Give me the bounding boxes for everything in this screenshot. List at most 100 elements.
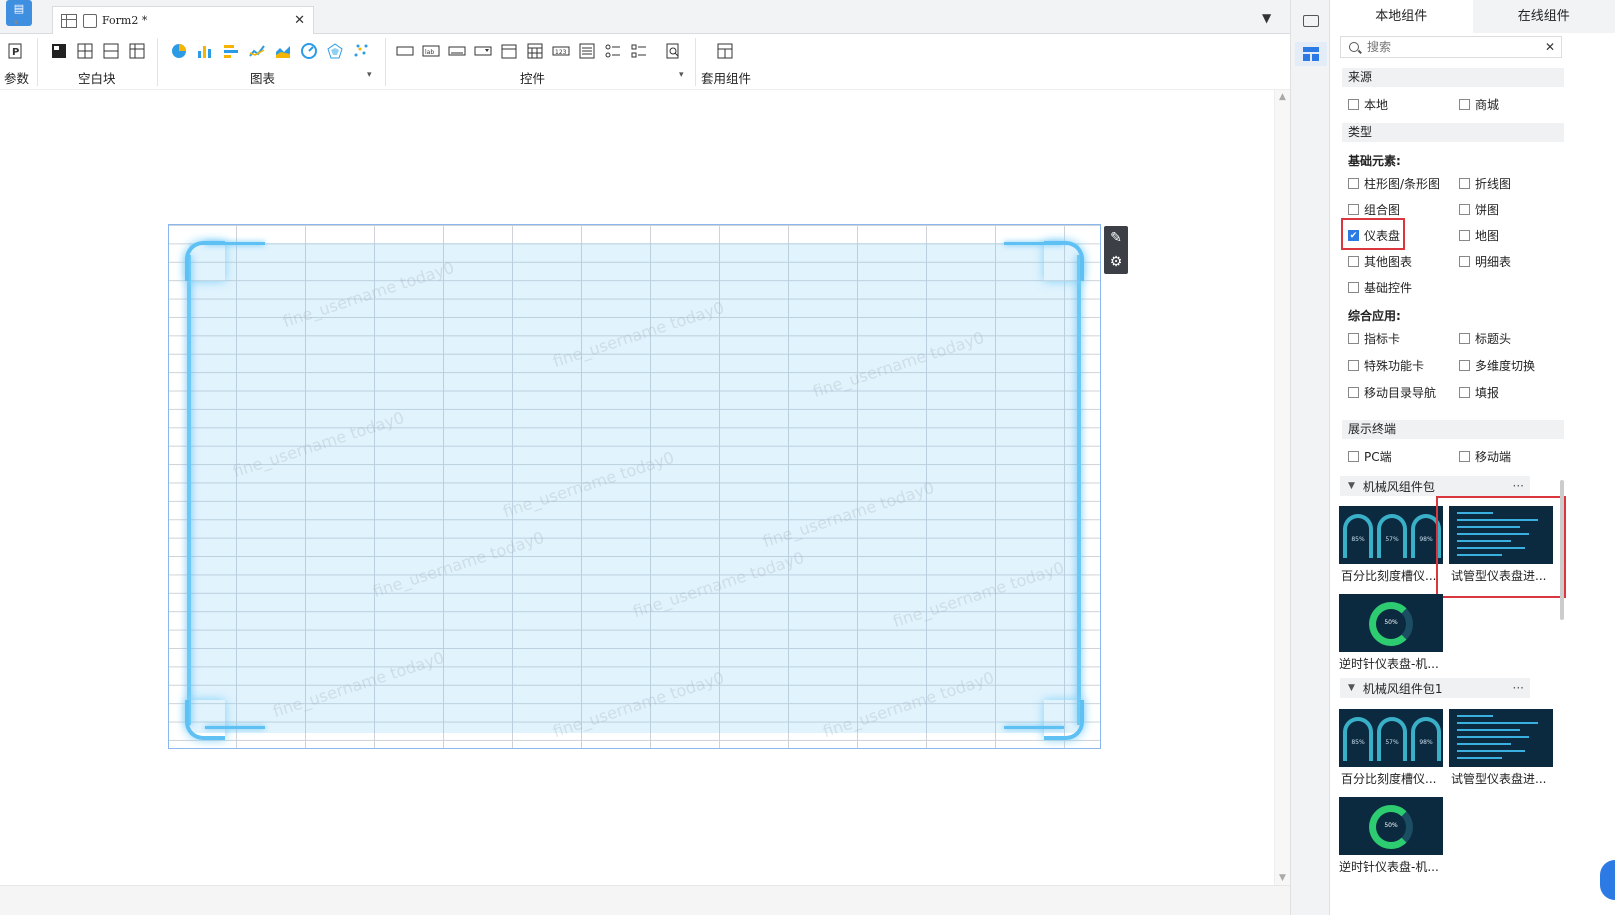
component-thumbnail[interactable]: 50% [1339,797,1443,855]
assistant-float-button[interactable] [1600,860,1615,900]
checkbox[interactable] [1459,178,1470,189]
package-header[interactable]: ▼ 机械风组件包 ··· [1340,476,1530,496]
component-label: 逆时针仪表盘-机... [1339,657,1439,671]
filter-pie-chart[interactable]: 饼图 [1459,201,1499,218]
date-widget-icon[interactable] [500,42,518,60]
checkbox-group-icon[interactable] [630,42,648,60]
param-icon[interactable]: P [6,42,24,60]
more-icon[interactable]: ··· [1513,479,1524,493]
filter-bar-chart[interactable]: 柱形图/条形图 [1348,175,1440,192]
filter-detail-table[interactable]: 明细表 [1459,253,1511,270]
component-thumbnail[interactable]: 85% 57% 98% [1339,506,1443,564]
filter-source-store[interactable]: 商城 [1459,96,1499,113]
tab-online-components[interactable]: 在线组件 [1473,0,1615,33]
filter-combo-chart[interactable]: 组合图 [1348,201,1400,218]
number-widget-icon[interactable]: 123 [552,42,570,60]
checkbox[interactable] [1348,256,1359,267]
filter-source-local[interactable]: 本地 [1348,96,1388,113]
label-widget-icon[interactable]: lab [422,42,440,60]
filter-kpi-card[interactable]: 指标卡 [1348,330,1400,347]
checkbox[interactable] [1348,178,1359,189]
radio-group-icon[interactable] [604,42,622,60]
tab-close-icon[interactable]: ✕ [294,13,305,28]
split-four-icon[interactable] [76,42,94,60]
checkbox[interactable] [1348,99,1359,110]
button-widget-icon[interactable] [448,42,466,60]
filter-mobile-nav[interactable]: 移动目录导航 [1348,384,1436,401]
textbox-widget-icon[interactable] [396,42,414,60]
filter-basic-widget[interactable]: 基础控件 [1348,279,1412,296]
filter-other-chart[interactable]: 其他图表 [1348,253,1412,270]
checkbox[interactable] [1459,451,1470,462]
app-menu-icon[interactable]: ▤ [6,0,32,26]
combobox-widget-icon[interactable] [474,42,492,60]
area-chart-icon[interactable] [274,42,292,60]
checkbox[interactable] [1348,451,1359,462]
collapse-icon[interactable]: ▼ [1348,683,1355,693]
app-menu-dropdown-icon[interactable]: ▾ [14,18,18,27]
clear-search-icon[interactable]: ✕ [1545,40,1555,54]
checkbox[interactable] [1459,333,1470,344]
tab-local-components[interactable]: 本地组件 [1330,0,1473,33]
package-header[interactable]: ▼ 机械风组件包1 ··· [1340,678,1530,698]
checkbox[interactable] [1348,282,1359,293]
filter-special-card[interactable]: 特殊功能卡 [1348,357,1424,374]
split-row-icon[interactable] [102,42,120,60]
checkbox[interactable] [1459,99,1470,110]
radar-chart-icon[interactable] [326,42,344,60]
checkbox[interactable] [1348,387,1359,398]
calendar-widget-icon[interactable] [526,42,544,60]
bar-chart-icon[interactable] [196,42,214,60]
horizontal-bar-icon[interactable] [222,42,240,60]
component-thumbnail[interactable]: 85% 57% 98% [1339,709,1443,767]
scroll-up-icon[interactable]: ▲ [1279,92,1286,102]
chart-dropdown-icon[interactable]: ▾ [367,70,372,80]
checkbox[interactable] [1348,333,1359,344]
checkbox[interactable] [1459,204,1470,215]
vertical-scrollbar[interactable]: ▲ ▼ [1274,90,1290,885]
suite-component-icon[interactable] [716,42,734,60]
line-chart-icon[interactable] [248,42,266,60]
widget-settings-icon[interactable] [1303,15,1319,27]
gauge-chart-icon[interactable] [300,42,318,60]
checkbox[interactable] [1348,360,1359,371]
checkbox[interactable] [1459,230,1470,241]
toolbar: P 参数 空白块 图表 ▾ lab 123 控件 ▾ 套用组件 [0,34,1290,90]
settings-gear-icon[interactable]: ⚙ [1104,250,1128,274]
component-thumbnail[interactable] [1449,709,1553,767]
filter-map[interactable]: 地图 [1459,227,1499,244]
report-block[interactable]: fine_username today0 fine_username today… [168,224,1101,749]
grid-icon [61,13,77,28]
filter-title-header[interactable]: 标题头 [1459,330,1511,347]
checkbox[interactable] [1459,387,1470,398]
checkbox[interactable] [1348,204,1359,215]
filter-line-chart[interactable]: 折线图 [1459,175,1511,192]
component-library-icon[interactable] [1295,42,1327,66]
list-widget-icon[interactable] [578,42,596,60]
widget-dropdown-icon[interactable]: ▾ [679,70,684,80]
filter-fill-report[interactable]: 填报 [1459,384,1499,401]
component-thumbnail[interactable]: 50% [1339,594,1443,652]
query-button-icon[interactable] [664,42,682,60]
scroll-down-icon[interactable]: ▼ [1279,873,1286,883]
horizontal-scrollbar[interactable] [0,885,1290,915]
filter-multi-dimension[interactable]: 多维度切换 [1459,357,1535,374]
search-input[interactable] [1367,40,1537,54]
collapse-icon[interactable]: ▼ [1348,481,1355,491]
form-doc-icon [83,13,97,28]
component-label: 百分比刻度槽仪... [1341,772,1437,786]
filter-mobile[interactable]: 移动端 [1459,448,1511,465]
blank-block-icon[interactable] [50,42,68,60]
pin-icon[interactable]: ▼ [1262,11,1271,25]
split-grid-icon[interactable] [128,42,146,60]
pie-chart-icon[interactable] [170,42,188,60]
gauge-preview: 85% [1343,717,1373,761]
edit-icon[interactable]: ✎ [1104,226,1128,250]
checkbox[interactable] [1459,256,1470,267]
more-icon[interactable]: ··· [1513,681,1524,695]
tab-form2[interactable]: Form2 * ✕ [52,6,314,34]
checkbox[interactable] [1459,360,1470,371]
filter-pc[interactable]: PC端 [1348,448,1392,465]
scatter-chart-icon[interactable] [352,42,370,60]
panel-scrollbar[interactable] [1560,480,1564,620]
